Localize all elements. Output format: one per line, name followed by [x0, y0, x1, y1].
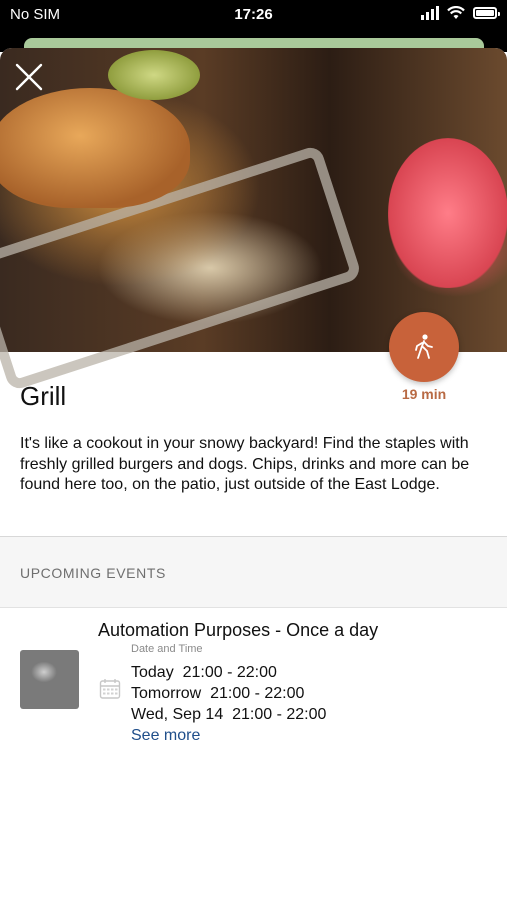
burger-bun [0, 88, 190, 208]
event-title: Automation Purposes - Once a day [98, 620, 379, 640]
event-date-tomorrow: Tomorrow 21:00 - 22:00 [131, 685, 305, 702]
date-time-label: Date and Time [131, 643, 203, 655]
place-title: Grill [20, 381, 67, 411]
hero-image [0, 48, 507, 392]
close-icon [15, 63, 43, 91]
place-detail-card: 19 min Grill It's like a cookout in your… [0, 48, 507, 900]
event-thumbnail [20, 650, 79, 709]
signal-icon [421, 6, 439, 20]
upcoming-events-header: UPCOMING EVENTS [0, 537, 507, 608]
wifi-icon [447, 6, 465, 19]
event-date-today: Today 21:00 - 22:00 [131, 664, 277, 681]
see-more-link[interactable]: See more [131, 727, 200, 745]
battery-icon [473, 7, 500, 19]
event-date-wed: Wed, Sep 14 21:00 - 22:00 [131, 706, 327, 723]
pickle-slice [108, 50, 200, 100]
status-icons [421, 6, 500, 20]
event-item[interactable]: Automation Purposes - Once a day Date an… [0, 610, 507, 750]
calendar-icon [99, 679, 121, 699]
walking-person-icon [415, 334, 433, 359]
drink-glass [388, 138, 507, 288]
place-description: It's like a cookout in your snowy backya… [20, 435, 470, 493]
walk-time-label: 19 min [401, 386, 447, 402]
status-bar: No SIM 17:26 [0, 0, 507, 30]
section-label: UPCOMING EVENTS [20, 565, 166, 581]
close-button[interactable] [14, 62, 44, 92]
walking-directions-button[interactable] [389, 312, 459, 382]
